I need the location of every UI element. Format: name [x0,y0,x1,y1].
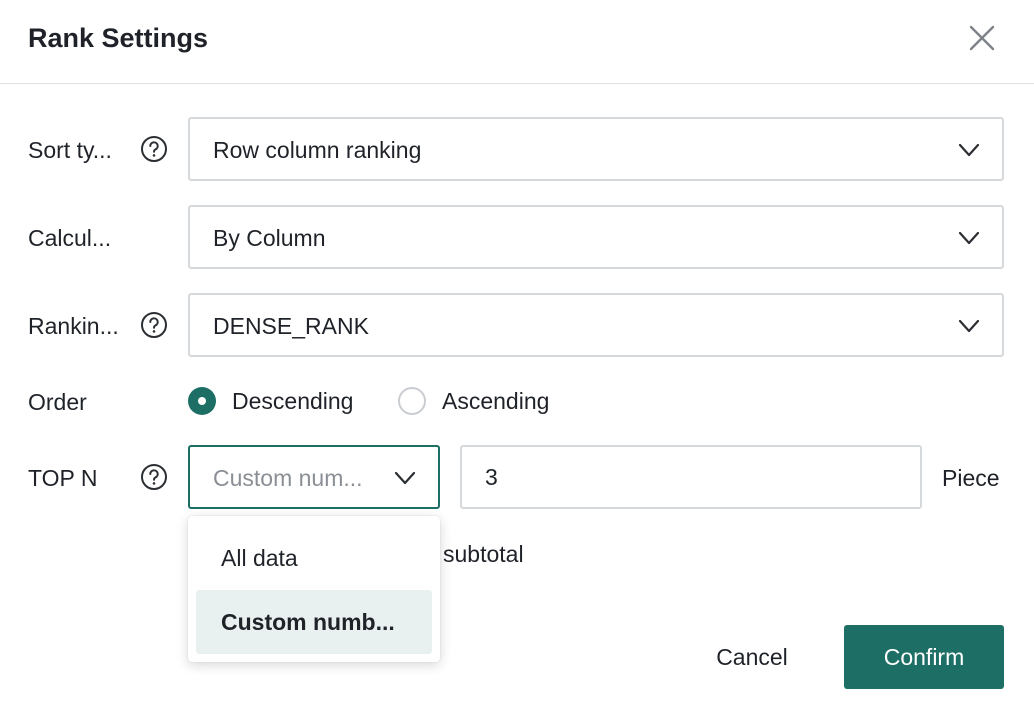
order-label: Order [28,389,87,415]
sort-type-select[interactable]: Row column ranking [188,117,1004,181]
ranking-value: DENSE_RANK [213,313,369,339]
top-n-count-input[interactable] [460,445,922,509]
top-n-unit-label: Piece [942,465,1000,491]
subtotal-option-label: subtotal [443,541,524,567]
calculation-value: By Column [213,225,326,251]
dropdown-option-label: Custom numb... [221,609,395,635]
sort-type-label: Sort ty... [28,137,112,163]
order-descending-label: Descending [232,388,354,414]
top-n-mode-select[interactable]: Custom num... [188,445,440,509]
rank-settings-dialog: Rank Settings Sort ty... Row column rank… [0,0,1034,702]
calculation-select[interactable]: By Column [188,205,1004,269]
top-n-label: TOP N [28,465,98,491]
dropdown-option-all-data[interactable]: All data [196,526,432,590]
dialog-header: Rank Settings [0,0,1034,84]
chevron-down-icon [958,319,980,333]
radio-checked-icon [188,387,216,415]
top-n-mode-value: Custom num... [213,465,363,491]
top-n-mode-dropdown: All data Custom numb... [188,516,440,662]
ranking-help-icon[interactable] [140,311,168,339]
chevron-down-icon [958,231,980,245]
confirm-button[interactable]: Confirm [844,625,1004,689]
calculation-label: Calcul... [28,225,112,251]
dropdown-option-custom-number[interactable]: Custom numb... [196,590,432,654]
chevron-down-icon [394,471,416,485]
dropdown-option-label: All data [221,545,298,571]
radio-unchecked-icon [398,387,426,415]
sort-type-help-icon[interactable] [140,135,168,163]
sort-type-value: Row column ranking [213,137,422,163]
dialog-title: Rank Settings [28,23,209,53]
close-button[interactable] [964,20,1000,56]
order-radio-descending[interactable]: Descending [188,386,353,416]
close-icon [969,25,995,51]
chevron-down-icon [958,143,980,157]
top-n-help-icon[interactable] [140,463,168,491]
order-ascending-label: Ascending [442,388,550,414]
ranking-label: Rankin... [28,313,119,339]
cancel-button[interactable]: Cancel [700,626,804,688]
order-radio-ascending[interactable]: Ascending [398,386,549,416]
ranking-select[interactable]: DENSE_RANK [188,293,1004,357]
